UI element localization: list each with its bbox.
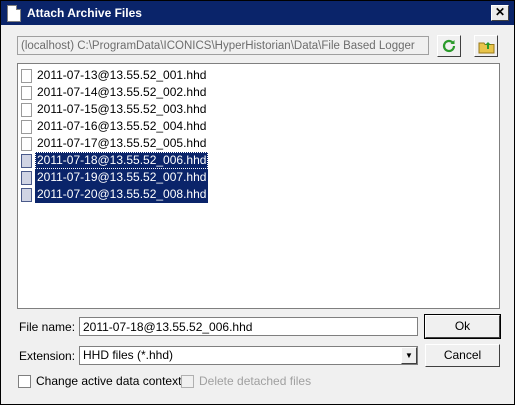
attach-archive-dialog: Attach Archive Files ✕ (localhost) C:\Pr… xyxy=(0,0,515,405)
file-item[interactable]: 2011-07-14@13.55.52_002.hhd xyxy=(21,84,208,101)
chevron-down-icon[interactable]: ▼ xyxy=(401,347,417,364)
up-folder-button[interactable] xyxy=(474,35,498,57)
up-folder-icon xyxy=(478,41,494,53)
file-name: 2011-07-19@13.55.52_007.hhd xyxy=(35,169,209,186)
ok-button[interactable]: Ok xyxy=(424,314,501,339)
file-icon xyxy=(21,119,32,134)
file-icon xyxy=(21,136,32,151)
file-name-input[interactable] xyxy=(79,317,418,336)
file-name: 2011-07-15@13.55.52_003.hhd xyxy=(37,102,207,116)
delete-detached-checkbox xyxy=(181,374,194,388)
delete-detached-option: Delete detached files xyxy=(181,374,311,388)
cancel-button[interactable]: Cancel xyxy=(425,344,500,367)
file-name: 2011-07-13@13.55.52_001.hhd xyxy=(37,68,207,82)
title-bar: Attach Archive Files ✕ xyxy=(1,1,514,25)
file-item[interactable]: 2011-07-13@13.55.52_001.hhd xyxy=(21,67,208,84)
file-name: 2011-07-18@13.55.52_006.hhd xyxy=(35,152,209,169)
path-field[interactable]: (localhost) C:\ProgramData\ICONICS\Hyper… xyxy=(17,36,429,55)
change-context-checkbox[interactable] xyxy=(18,374,31,388)
file-name-label: File name: xyxy=(19,320,76,334)
window-title: Attach Archive Files xyxy=(27,6,142,20)
extension-select[interactable]: HHD files (*.hhd) ▼ xyxy=(79,346,418,365)
document-icon xyxy=(7,4,21,22)
change-context-label: Change active data context xyxy=(36,374,182,388)
file-name: 2011-07-17@13.55.52_005.hhd xyxy=(37,136,207,150)
file-item[interactable]: 2011-07-15@13.55.52_003.hhd xyxy=(21,101,208,118)
extension-value: HHD files (*.hhd) xyxy=(83,348,174,362)
refresh-button[interactable] xyxy=(437,35,461,57)
file-item-selected[interactable]: 2011-07-19@13.55.52_007.hhd xyxy=(21,169,209,186)
file-icon xyxy=(21,153,32,168)
extension-label: Extension: xyxy=(19,349,76,363)
file-name: 2011-07-14@13.55.52_002.hhd xyxy=(37,85,207,99)
file-item-selected[interactable]: 2011-07-18@13.55.52_006.hhd xyxy=(21,152,209,169)
delete-detached-label: Delete detached files xyxy=(199,374,312,388)
file-icon xyxy=(21,102,32,117)
file-list[interactable]: 2011-07-13@13.55.52_001.hhd 2011-07-14@1… xyxy=(17,63,500,309)
file-item-selected[interactable]: 2011-07-20@13.55.52_008.hhd xyxy=(21,186,209,203)
file-item[interactable]: 2011-07-17@13.55.52_005.hhd xyxy=(21,135,208,152)
close-button[interactable]: ✕ xyxy=(491,5,509,21)
file-name: 2011-07-20@13.55.52_008.hhd xyxy=(35,186,209,203)
file-icon xyxy=(21,187,32,202)
file-icon xyxy=(21,68,32,83)
file-icon xyxy=(21,170,32,185)
file-item[interactable]: 2011-07-16@13.55.52_004.hhd xyxy=(21,118,208,135)
refresh-icon xyxy=(442,39,456,53)
file-name: 2011-07-16@13.55.52_004.hhd xyxy=(37,119,207,133)
change-context-option[interactable]: Change active data context xyxy=(18,374,181,388)
file-icon xyxy=(21,85,32,100)
